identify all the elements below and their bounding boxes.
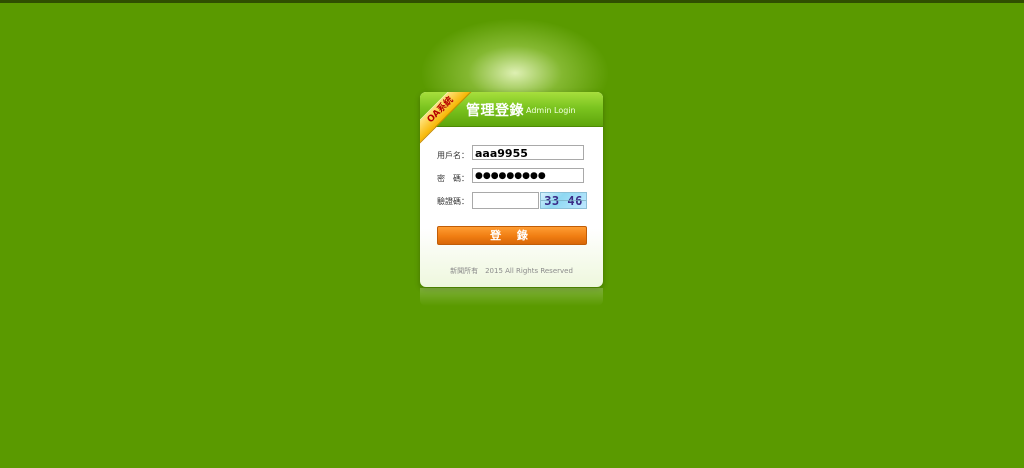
captcha-image[interactable]: 33 46 bbox=[540, 192, 587, 209]
password-input[interactable]: ●●●●●●●●● bbox=[472, 168, 584, 183]
captcha-label: 驗證碼： bbox=[437, 197, 469, 206]
password-label: 密 碼： bbox=[437, 174, 469, 183]
captcha-input[interactable] bbox=[472, 192, 539, 209]
top-border bbox=[0, 0, 1024, 3]
page-subtitle: Admin Login bbox=[526, 106, 576, 115]
system-ribbon: OA系統 bbox=[420, 92, 478, 150]
login-card: 管理登錄 Admin Login OA系統 用戶名： aaa9955 密 碼： … bbox=[420, 92, 603, 287]
username-label: 用戶名： bbox=[437, 151, 469, 160]
login-button[interactable]: 登 錄 bbox=[437, 226, 587, 245]
captcha-noise bbox=[541, 200, 586, 201]
system-ribbon-label: OA系統 bbox=[420, 92, 478, 149]
captcha-text: 33 46 bbox=[544, 194, 583, 208]
username-input[interactable]: aaa9955 bbox=[472, 145, 584, 160]
card-reflection bbox=[420, 288, 603, 306]
copyright-footer: 新聞所有 2015 All Rights Reserved bbox=[450, 267, 573, 275]
